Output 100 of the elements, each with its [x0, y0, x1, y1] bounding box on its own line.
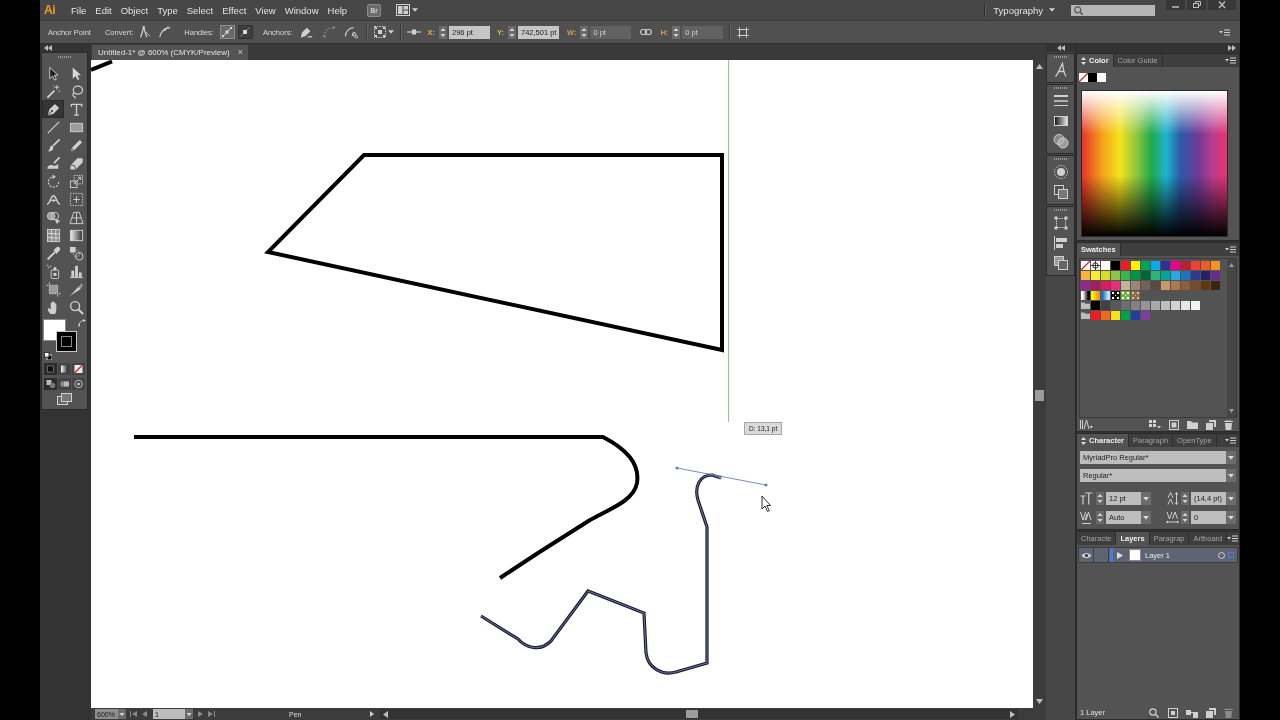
caret-down-icon[interactable]: [412, 8, 419, 12]
menu-item[interactable]: View: [255, 4, 276, 16]
color-swatch[interactable]: [1131, 301, 1140, 310]
color-swatch[interactable]: [1151, 281, 1160, 290]
pattern-swatch[interactable]: [1121, 291, 1130, 300]
handles-toggle[interactable]: [237, 25, 253, 39]
draw-behind-icon[interactable]: [58, 378, 71, 390]
color-swatch[interactable]: [1121, 261, 1130, 270]
panel-menu-icon[interactable]: [1225, 437, 1236, 444]
dropdown-caret-icon[interactable]: [1226, 491, 1236, 505]
workspace-switcher[interactable]: Typography: [993, 4, 1055, 16]
color-swatch[interactable]: [1191, 261, 1200, 270]
previous-icon[interactable]: [141, 711, 148, 717]
color-swatch[interactable]: [1171, 271, 1180, 280]
document-layout-icon[interactable]: [396, 4, 411, 16]
color-swatch[interactable]: [1121, 271, 1130, 280]
color-swatch[interactable]: [1181, 261, 1190, 270]
swatch-options-icon[interactable]: [1169, 419, 1179, 430]
color-swatch[interactable]: [1191, 281, 1200, 290]
color-swatch[interactable]: [1121, 301, 1130, 310]
color-swatch[interactable]: [1141, 281, 1150, 290]
color-swatch[interactable]: [1121, 311, 1130, 320]
down-arrow-icon[interactable]: [1036, 699, 1043, 704]
color-swatch[interactable]: [1111, 271, 1120, 280]
pen-tool[interactable]: [42, 100, 64, 118]
handles-toggle[interactable]: [219, 25, 235, 39]
minimize-icon[interactable]: [1166, 0, 1185, 10]
fill-stroke-indicator[interactable]: [43, 319, 77, 352]
new-layer-icon[interactable]: [1206, 707, 1216, 718]
smooth-point-icon[interactable]: [158, 25, 173, 39]
dropdown-caret-icon[interactable]: [1226, 451, 1236, 464]
down-arrow-icon[interactable]: [1229, 409, 1234, 413]
color-swatch[interactable]: [1091, 311, 1100, 320]
cut-path-icon[interactable]: [343, 25, 358, 39]
reference-point-icon[interactable]: [373, 26, 386, 38]
color-swatch[interactable]: [1101, 261, 1110, 270]
color-swatch[interactable]: [1091, 281, 1100, 290]
color-swatch[interactable]: [1161, 301, 1170, 310]
swap-arrow-icon[interactable]: [78, 319, 86, 327]
color-swatch[interactable]: [1201, 261, 1210, 270]
color-swatch[interactable]: [1091, 271, 1100, 280]
dropdown-caret-icon[interactable]: [1141, 510, 1151, 524]
spinner-icon[interactable]: [1181, 510, 1189, 524]
color-swatch[interactable]: [1211, 271, 1220, 280]
new-swatch-icon[interactable]: [1206, 419, 1216, 430]
updown-arrows-icon[interactable]: [1081, 56, 1086, 65]
align-icon[interactable]: [1052, 235, 1069, 251]
color-swatch[interactable]: [1081, 281, 1090, 290]
remove-anchor-icon[interactable]: [298, 25, 313, 39]
registration-swatch[interactable]: [1091, 261, 1100, 270]
color-mode-icon[interactable]: [44, 363, 57, 375]
color-swatch[interactable]: [1088, 73, 1097, 82]
target-circle-icon[interactable]: [1218, 551, 1225, 559]
color-swatch[interactable]: [1131, 311, 1140, 320]
collapse-arrows-icon[interactable]: [1056, 45, 1065, 51]
color-swatch[interactable]: [1211, 261, 1220, 270]
color-swatch[interactable]: [1101, 301, 1110, 310]
magnifier-icon[interactable]: [1149, 707, 1159, 718]
color-swatch[interactable]: [1131, 271, 1140, 280]
dropdown-caret-icon[interactable]: [185, 709, 193, 719]
color-swatch[interactable]: [1141, 301, 1150, 310]
clipping-mask-icon[interactable]: [1168, 707, 1178, 718]
menu-item[interactable]: Select: [186, 4, 214, 16]
align-anchor-icon[interactable]: [406, 28, 421, 36]
color-swatch[interactable]: [1201, 271, 1210, 280]
color-swatch[interactable]: [1121, 281, 1130, 290]
close-tab-button[interactable]: ×: [237, 48, 243, 57]
spinner-icon[interactable]: [1096, 510, 1104, 524]
spinner-icon[interactable]: [1181, 491, 1189, 505]
character-icon[interactable]: [1052, 62, 1069, 78]
color-swatch[interactable]: [1131, 261, 1140, 270]
draw-normal-icon[interactable]: [44, 378, 57, 390]
color-swatch[interactable]: [1161, 261, 1170, 270]
expand-arrows-icon[interactable]: [1228, 45, 1236, 51]
color-swatch[interactable]: [1111, 301, 1120, 310]
color-swatch[interactable]: [1171, 261, 1180, 270]
panel-menu-icon[interactable]: [1227, 535, 1239, 542]
disclosure-triangle-icon[interactable]: [1117, 551, 1123, 559]
color-swatch[interactable]: [1181, 271, 1190, 280]
pattern-swatch[interactable]: [1131, 291, 1140, 300]
menu-item[interactable]: Window: [284, 4, 319, 16]
search-field[interactable]: [1071, 4, 1155, 16]
color-swatch[interactable]: [1131, 281, 1140, 290]
color-swatch[interactable]: [1151, 301, 1160, 310]
menu-item[interactable]: Edit: [95, 4, 112, 16]
draw-inside-icon[interactable]: [72, 378, 85, 390]
color-swatch[interactable]: [1211, 281, 1220, 290]
close-icon[interactable]: [1208, 0, 1236, 10]
left-arrow-icon[interactable]: [383, 710, 388, 718]
color-swatch[interactable]: [1191, 301, 1200, 310]
gradient-mode-icon[interactable]: [58, 363, 71, 375]
spinner-icon[interactable]: [580, 25, 589, 39]
spinner-icon[interactable]: [439, 25, 448, 39]
color-swatch[interactable]: [1141, 261, 1150, 270]
swatch-kinds-icon[interactable]: [1149, 419, 1161, 430]
menu-item[interactable]: Object: [120, 4, 149, 16]
color-swatch[interactable]: [1101, 271, 1110, 280]
panel-menu-icon[interactable]: [1225, 246, 1236, 253]
gradient-icon[interactable]: [1052, 113, 1069, 129]
color-swatch[interactable]: [1161, 271, 1170, 280]
